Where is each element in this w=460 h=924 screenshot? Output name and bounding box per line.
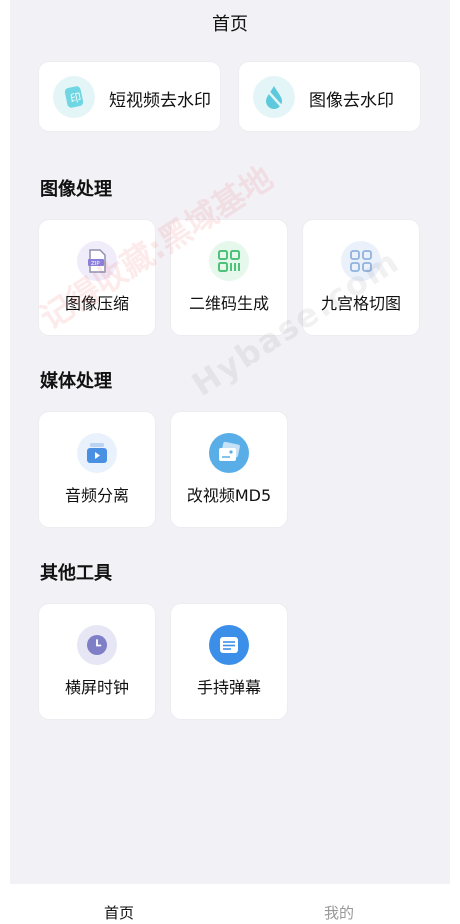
grid-icon — [341, 241, 381, 281]
landscape-clock-button[interactable]: 横屏时钟 — [39, 604, 155, 719]
video-md5-label: 改视频MD5 — [186, 486, 272, 505]
home-page: 首页 印 短视频去水印 图像去水印 图像处理 ZIP 图像压缩 二维码生成 九宫… — [10, 0, 450, 884]
svg-text:ZIP: ZIP — [91, 261, 100, 267]
grid-cut-button[interactable]: 九宫格切图 — [303, 220, 419, 335]
section-title-other-tools: 其他工具 — [40, 563, 112, 584]
image-watermark-icon — [253, 76, 295, 118]
handheld-danmaku-button[interactable]: 手持弹幕 — [171, 604, 287, 719]
clock-icon — [77, 625, 117, 665]
handheld-danmaku-label: 手持弹幕 — [196, 678, 261, 697]
landscape-clock-label: 横屏时钟 — [64, 678, 129, 697]
video-watermark-icon: 印 — [53, 76, 95, 118]
image-compress-label: 图像压缩 — [64, 294, 129, 313]
section-title-media-processing: 媒体处理 — [40, 371, 112, 392]
zip-compress-icon: ZIP — [77, 241, 117, 281]
video-watermark-removal-button[interactable]: 印 短视频去水印 — [39, 62, 220, 131]
image-watermark-removal-button[interactable]: 图像去水印 — [239, 62, 420, 131]
tab-home[interactable]: 首页 — [104, 902, 134, 923]
danmaku-icon — [209, 625, 249, 665]
image-watermark-label: 图像去水印 — [309, 91, 394, 111]
audio-separate-label: 音频分离 — [64, 486, 129, 505]
section-title-image-processing: 图像处理 — [40, 179, 112, 200]
audio-separate-icon — [77, 433, 117, 473]
qrcode-icon — [209, 241, 249, 281]
grid-cut-label: 九宫格切图 — [320, 294, 401, 313]
image-compress-button[interactable]: ZIP 图像压缩 — [39, 220, 155, 335]
qrcode-generate-button[interactable]: 二维码生成 — [171, 220, 287, 335]
audio-separate-button[interactable]: 音频分离 — [39, 412, 155, 527]
video-watermark-label: 短视频去水印 — [109, 91, 211, 111]
tab-mine[interactable]: 我的 — [324, 902, 354, 923]
video-md5-icon — [209, 433, 249, 473]
bottom-tab-bar: 首页 我的 — [0, 884, 460, 924]
page-title: 首页 — [212, 14, 248, 35]
qrcode-generate-label: 二维码生成 — [188, 294, 269, 313]
video-md5-button[interactable]: 改视频MD5 — [171, 412, 287, 527]
